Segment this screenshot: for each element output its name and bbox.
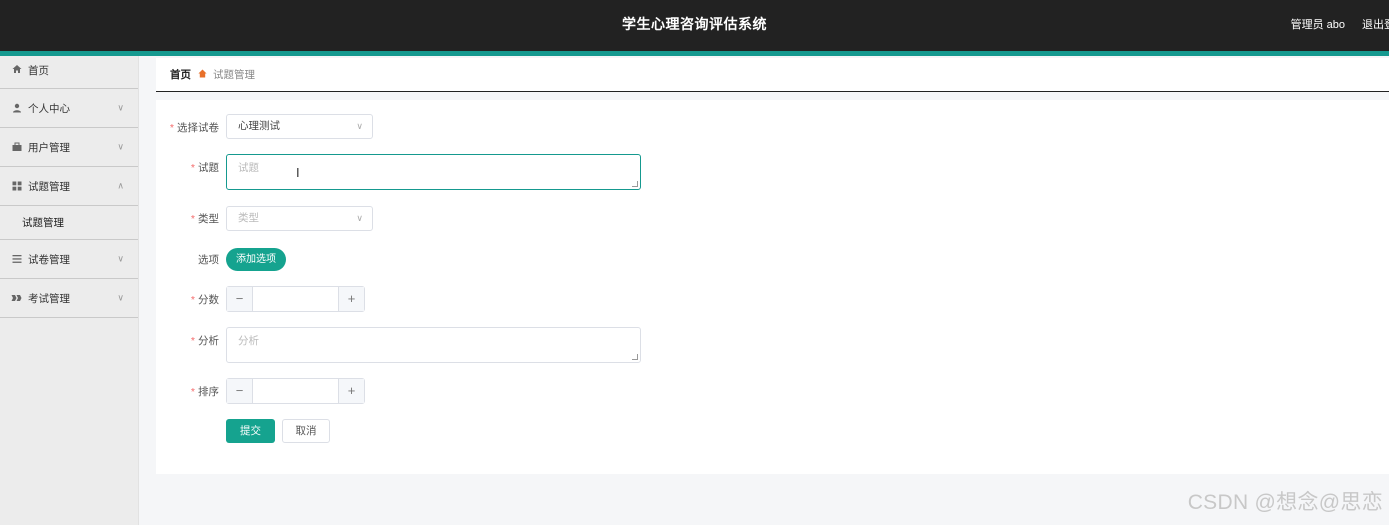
minus-icon[interactable]: − bbox=[227, 379, 253, 403]
sidebar: 首页 个人中心 ∨ 用户管理 ∨ 试题管理 ∧ 试题管理 试卷管理 ∨ 考试管理… bbox=[0, 56, 139, 525]
sidebar-subitem-question-management[interactable]: 试题管理 bbox=[0, 206, 138, 240]
question-label: * 试题 bbox=[190, 162, 219, 174]
score-label: * 分数 bbox=[190, 294, 219, 306]
briefcase-icon bbox=[11, 142, 22, 153]
sidebar-item-label: 个人中心 bbox=[28, 102, 70, 115]
sidebar-item-home[interactable]: 首页 bbox=[0, 56, 138, 89]
chevron-down-icon: ∨ bbox=[356, 121, 363, 131]
chevron-down-icon: ∨ bbox=[117, 141, 124, 152]
question-textarea[interactable]: 试题 bbox=[226, 154, 641, 190]
tag-icon bbox=[11, 293, 22, 304]
sidebar-item-users[interactable]: 用户管理 ∨ bbox=[0, 128, 138, 167]
add-option-button[interactable]: 添加选项 bbox=[226, 248, 286, 271]
sidebar-item-label: 试卷管理 bbox=[28, 253, 70, 266]
paper-select[interactable]: 心理测试 ∨ bbox=[226, 114, 373, 139]
user-info: 管理员 abo bbox=[1290, 19, 1345, 31]
resize-handle-icon[interactable] bbox=[632, 354, 638, 360]
sidebar-item-label: 试题管理 bbox=[28, 180, 70, 193]
sidebar-item-label: 考试管理 bbox=[28, 292, 70, 305]
submit-button[interactable]: 提交 bbox=[226, 419, 275, 443]
cancel-button[interactable]: 取消 bbox=[282, 419, 330, 443]
chevron-down-icon: ∨ bbox=[356, 213, 363, 223]
user-icon bbox=[11, 103, 22, 114]
question-placeholder: 试题 bbox=[238, 162, 259, 174]
watermark: CSDN @想念@思恋 bbox=[1187, 491, 1383, 514]
type-select-placeholder: 类型 bbox=[238, 212, 259, 224]
resize-handle-icon[interactable] bbox=[632, 181, 638, 187]
sidebar-subitem-label: 试题管理 bbox=[22, 217, 64, 229]
type-label: * 类型 bbox=[190, 213, 219, 225]
order-stepper[interactable]: − + bbox=[226, 378, 365, 404]
breadcrumb-current: 试题管理 bbox=[213, 69, 255, 81]
app-title: 学生心理咨询评估系统 bbox=[622, 16, 767, 32]
sidebar-item-exams[interactable]: 考试管理 ∨ bbox=[0, 279, 138, 318]
sidebar-item-profile[interactable]: 个人中心 ∨ bbox=[0, 89, 138, 128]
type-select[interactable]: 类型 ∨ bbox=[226, 206, 373, 231]
home-icon bbox=[11, 63, 22, 74]
sidebar-item-questions[interactable]: 试题管理 ∧ bbox=[0, 167, 138, 206]
sidebar-item-papers[interactable]: 试卷管理 ∨ bbox=[0, 240, 138, 279]
minus-icon[interactable]: − bbox=[227, 287, 253, 311]
home-icon bbox=[198, 68, 207, 81]
options-label: 选项 bbox=[198, 254, 219, 266]
list-icon bbox=[11, 254, 22, 265]
breadcrumb-home[interactable]: 首页 bbox=[170, 67, 191, 82]
analysis-textarea[interactable]: 分析 bbox=[226, 327, 641, 363]
sidebar-item-label: 用户管理 bbox=[28, 141, 70, 154]
grid-icon bbox=[11, 181, 22, 192]
logout-link[interactable]: 退出登 bbox=[1362, 16, 1389, 32]
analysis-label: * 分析 bbox=[190, 335, 219, 347]
paper-select-value: 心理测试 bbox=[238, 120, 280, 132]
chevron-down-icon: ∨ bbox=[117, 292, 124, 303]
plus-icon[interactable]: + bbox=[338, 287, 364, 311]
order-label: * 排序 bbox=[190, 386, 219, 398]
top-bar-accent bbox=[0, 51, 1389, 56]
sidebar-item-label: 首页 bbox=[28, 65, 49, 77]
score-stepper[interactable]: − + bbox=[226, 286, 365, 312]
analysis-placeholder: 分析 bbox=[238, 335, 259, 347]
paper-label: * 选择试卷 bbox=[169, 122, 219, 134]
plus-icon[interactable]: + bbox=[338, 379, 364, 403]
breadcrumb: 首页 试题管理 bbox=[156, 58, 1389, 92]
chevron-up-icon: ∧ bbox=[117, 180, 124, 191]
text-cursor-icon: I bbox=[296, 165, 300, 180]
chevron-down-icon: ∨ bbox=[117, 253, 124, 264]
chevron-down-icon: ∨ bbox=[117, 102, 124, 113]
